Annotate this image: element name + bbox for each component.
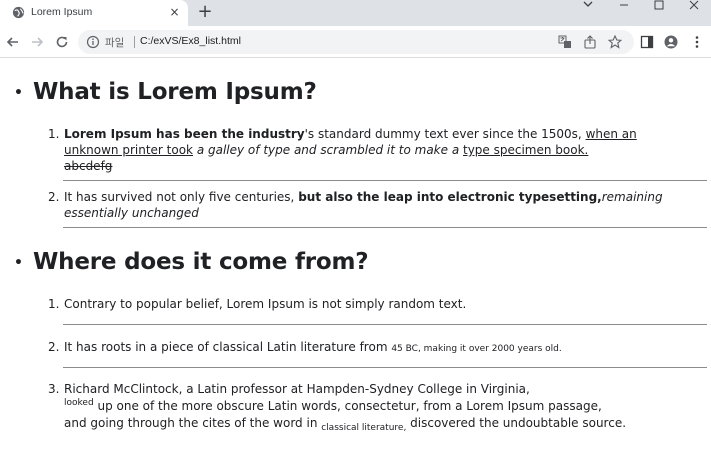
list-number: 1.: [48, 297, 60, 311]
section-heading: What is Lorem Ipsum?: [33, 79, 317, 105]
heading-bullet: •: [14, 85, 23, 101]
list-number: 2.: [48, 340, 60, 354]
side-panel-icon[interactable]: [640, 35, 654, 49]
section-heading: Where does it come from?: [33, 249, 369, 275]
plain-text: It has survived not only five centuries,: [64, 190, 299, 204]
new-tab-button[interactable]: +: [196, 3, 214, 21]
list-number: 2.: [48, 190, 60, 204]
bold-text: Lorem Ipsum has been the industry: [64, 127, 305, 141]
italic-text: a galley of type and scrambled it to mak…: [193, 143, 463, 157]
plain-text: It has roots in a piece of classical Lat…: [64, 340, 392, 354]
bookmark-star-icon[interactable]: [608, 35, 622, 49]
tab-search-icon[interactable]: [571, 0, 605, 12]
info-icon[interactable]: [86, 35, 100, 49]
browser-toolbar: 파일 C:/exVS/Ex8_list.html: [0, 26, 711, 58]
plain-text: and going through the cites of the word …: [64, 416, 322, 430]
forward-icon[interactable]: [29, 34, 45, 50]
profile-icon[interactable]: [664, 35, 678, 49]
browser-tab[interactable]: Lorem Ipsum ×: [0, 0, 188, 26]
reload-icon[interactable]: [54, 34, 70, 50]
small-text: 45 BC, making it over 2000 years old.: [391, 344, 562, 354]
globe-icon: [12, 6, 25, 19]
horizontal-rule: [63, 367, 707, 368]
site-label: 파일: [105, 37, 125, 49]
back-icon[interactable]: [5, 34, 21, 50]
underlined-text: type specimen book.: [463, 143, 589, 157]
plain-text: up one of the more obscure Latin words, …: [93, 399, 602, 413]
list-number: 1.: [48, 127, 60, 141]
address-bar[interactable]: 파일 C:/exVS/Ex8_list.html: [78, 30, 634, 54]
bold-text: but also the leap into electronic typese…: [298, 190, 602, 204]
heading-bullet: •: [14, 255, 23, 271]
plain-text: discovered the undoubtable source.: [406, 416, 627, 430]
subscript-text: classical literature,: [321, 423, 407, 433]
list-number: 3.: [48, 382, 60, 396]
list-item-text: Contrary to popular belief, Lorem Ipsum …: [64, 297, 467, 311]
horizontal-rule: [63, 227, 707, 228]
tab-title: Lorem Ipsum: [31, 6, 93, 18]
maximize-icon[interactable]: [642, 0, 676, 12]
list-item-text: It has roots in a piece of classical Lat…: [64, 339, 694, 357]
list-item-text: Richard McClintock, a Latin professor at…: [64, 381, 694, 433]
plain-text: Richard McClintock, a Latin professor at…: [64, 382, 530, 396]
tab-strip: Lorem Ipsum × +: [0, 0, 711, 26]
translate-icon[interactable]: [558, 35, 572, 49]
list-item-text: It has survived not only five centuries,…: [64, 189, 694, 221]
close-window-icon[interactable]: [677, 0, 711, 12]
strikethrough-text: abcdefg: [64, 159, 113, 173]
url-text[interactable]: C:/exVS/Ex8_list.html: [140, 35, 241, 47]
horizontal-rule: [63, 324, 707, 325]
page-content: • What is Lorem Ipsum? 1. Lorem Ipsum ha…: [0, 59, 711, 457]
menu-icon[interactable]: [690, 35, 704, 49]
list-item-text: Lorem Ipsum has been the industry's stan…: [64, 126, 694, 174]
plain-text: 's standard dummy text ever since the 15…: [304, 127, 586, 141]
horizontal-rule: [63, 180, 707, 181]
minimize-icon[interactable]: [607, 0, 641, 12]
omnibox-divider: [134, 36, 135, 48]
tab-close-icon[interactable]: ×: [168, 6, 181, 19]
share-icon[interactable]: [583, 35, 597, 49]
superscript-text: looked: [64, 398, 94, 408]
